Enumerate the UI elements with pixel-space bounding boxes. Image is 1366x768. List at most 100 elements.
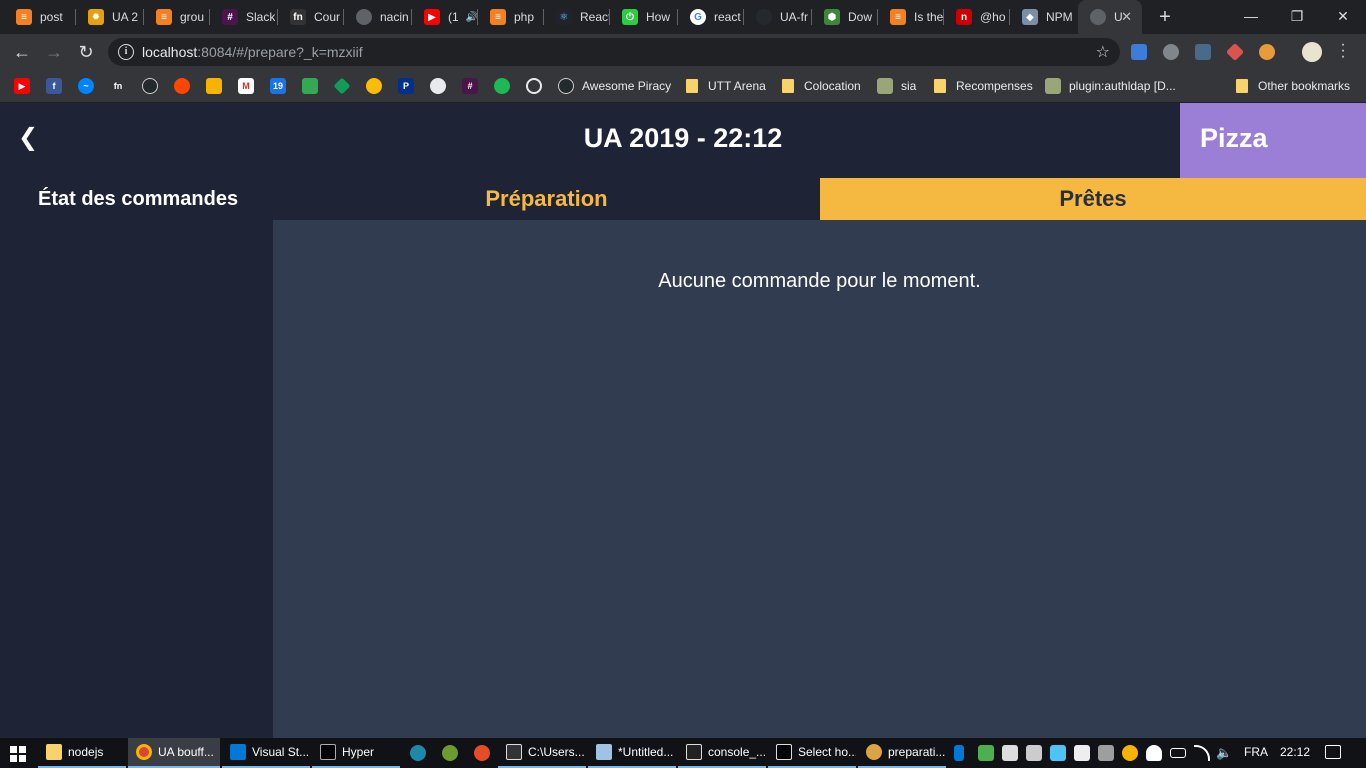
keep-icon[interactable]	[206, 78, 222, 94]
messenger-icon[interactable]: ~	[78, 78, 94, 94]
taskbar-item-cmd[interactable]: Select ho...	[768, 738, 856, 768]
close-window-button[interactable]: ✕	[1320, 0, 1366, 32]
browser-tab[interactable]: nacin	[344, 0, 412, 34]
extension-icon[interactable]	[1195, 44, 1211, 60]
taskbar-item-vscode[interactable]: Visual St...	[222, 738, 310, 768]
taskbar-item-nodejs[interactable]: nodejs	[38, 738, 126, 768]
battery-icon[interactable]	[1170, 748, 1186, 758]
info-icon[interactable]: i	[118, 44, 134, 60]
browser-tab[interactable]: ≡ Is the	[878, 0, 944, 34]
browser-tab[interactable]: UA-fr	[744, 0, 812, 34]
cloud-upload-icon[interactable]	[1146, 745, 1162, 761]
taskbar-item-chrome[interactable]: UA bouff...	[128, 738, 220, 768]
new-tab-button[interactable]: +	[1155, 6, 1175, 28]
fn-icon[interactable]: fn	[110, 78, 126, 94]
taskbar-item-7zip[interactable]: C:\Users...	[498, 738, 586, 768]
back-arrow-icon[interactable]: ←	[10, 40, 34, 64]
browser-tab[interactable]: ⬢ Dow	[812, 0, 878, 34]
tray-app-icon[interactable]	[1098, 745, 1114, 761]
browser-tab[interactable]: ✹ UA 2	[76, 0, 144, 34]
reload-icon[interactable]: ↻	[74, 40, 98, 64]
browser-tab[interactable]: ≡ php	[478, 0, 544, 34]
bookmark-plugin-authldap[interactable]: plugin:authldap [D...	[1045, 77, 1176, 95]
extension-icon[interactable]	[1131, 44, 1147, 60]
gmail-icon[interactable]: M	[238, 78, 254, 94]
bookmark-folder-recompenses[interactable]: Recompenses	[934, 77, 1033, 95]
taskbar-item-paint[interactable]: preparati...	[858, 738, 946, 768]
tray-app-icon[interactable]	[1050, 745, 1066, 761]
tab-ready[interactable]: Prêtes	[820, 178, 1366, 220]
tray-app-icon[interactable]	[978, 745, 994, 761]
browser-tab[interactable]: # Slack	[210, 0, 278, 34]
sidebar: État des commandes	[0, 178, 273, 738]
circle-icon[interactable]	[526, 78, 542, 94]
bookmark-folder-other[interactable]: Other bookmarks	[1236, 77, 1350, 95]
clock[interactable]: 22:12	[1280, 745, 1310, 759]
taskbar-item-hyper[interactable]: Hyper	[312, 738, 400, 768]
bookmark-awesome-piracy[interactable]: Awesome Piracy	[558, 77, 671, 95]
browser-tab[interactable]: Greact	[678, 0, 744, 34]
stackoverflow-icon: ≡	[156, 9, 172, 25]
tray-app-icon[interactable]	[1002, 745, 1018, 761]
extension-icon[interactable]	[1259, 44, 1275, 60]
browser-tab-active[interactable]: U ✕	[1078, 0, 1142, 34]
facebook-icon[interactable]: f	[46, 78, 62, 94]
reddit-icon[interactable]	[174, 78, 190, 94]
drive-icon[interactable]	[333, 77, 351, 95]
app-icon[interactable]	[442, 745, 458, 761]
stackoverflow-icon: ≡	[16, 9, 32, 25]
restore-button[interactable]: ❐	[1274, 0, 1320, 32]
url-text[interactable]: localhost:8084/#/prepare?_k=mzxiif	[142, 44, 363, 60]
browser-tab[interactable]: ≡ post	[4, 0, 76, 34]
spotify-icon[interactable]	[494, 78, 510, 94]
page-title: UA 2019 - 22:12	[583, 123, 783, 153]
npm-icon: ◆	[1022, 9, 1038, 25]
back-chevron-icon[interactable]: ❮	[18, 123, 40, 155]
browser-tab[interactable]: n @ho	[944, 0, 1010, 34]
browser-tab[interactable]: ≡ grou	[144, 0, 210, 34]
avatar[interactable]	[1302, 42, 1322, 62]
close-icon[interactable]: ✕	[1121, 9, 1132, 25]
app-icon[interactable]	[474, 745, 490, 761]
skull-icon[interactable]	[430, 78, 446, 94]
language-indicator[interactable]: FRA	[1244, 745, 1268, 759]
tab-preparation[interactable]: Préparation	[273, 178, 820, 220]
paypal-icon[interactable]: P	[398, 78, 414, 94]
youtube-icon[interactable]: ▶	[14, 78, 30, 94]
minimize-button[interactable]: —	[1228, 0, 1274, 32]
bookmark-star-icon[interactable]: ☆	[1096, 42, 1110, 62]
github-icon[interactable]	[142, 78, 158, 94]
category-badge[interactable]: Pizza	[1180, 103, 1366, 178]
wifi-icon[interactable]	[1194, 745, 1210, 761]
browser-tab[interactable]: ⚛ React	[544, 0, 610, 34]
tray-app-icon[interactable]	[1026, 745, 1042, 761]
calendar-icon[interactable]: 19	[270, 78, 286, 94]
browser-tab[interactable]: ▶ (1 🔊	[412, 0, 478, 34]
app-header: ❮ UA 2019 - 22:12 Pizza	[0, 103, 1366, 178]
bookmark-folder-colocation[interactable]: Colocation	[782, 77, 861, 95]
tray-app-icon[interactable]	[1122, 745, 1138, 761]
app-icon[interactable]	[410, 745, 426, 761]
maps-icon[interactable]	[302, 78, 318, 94]
bookmark-sia[interactable]: sia	[877, 77, 916, 95]
react-icon: ⚛	[556, 9, 572, 25]
bluetooth-icon[interactable]	[954, 745, 964, 761]
taskbar-item-datagrip[interactable]: console_...	[678, 738, 766, 768]
forward-arrow-icon[interactable]: →	[42, 40, 66, 64]
browser-tab[interactable]: ◆ NPM	[1010, 0, 1078, 34]
browser-tab-strip: ≡ post ✹ UA 2 ≡ grou # Slack fn Cour nacin ▶(…	[0, 0, 1366, 34]
ublock-icon[interactable]	[1163, 44, 1179, 60]
windows-start-icon[interactable]	[10, 746, 26, 762]
notification-icon[interactable]	[1325, 745, 1341, 759]
extension-icon[interactable]	[1225, 42, 1245, 62]
volume-icon[interactable]: 🔈	[1216, 745, 1232, 761]
browser-tab[interactable]: fn Cour	[278, 0, 344, 34]
photos-icon[interactable]	[366, 78, 382, 94]
bookmark-folder-utt-arena[interactable]: UTT Arena	[686, 77, 766, 95]
taskbar-item-notepad[interactable]: *Untitled...	[588, 738, 676, 768]
more-menu-icon[interactable]: · · ·	[1336, 37, 1350, 65]
slack-icon[interactable]: #	[462, 78, 478, 94]
browser-tab[interactable]: ⏻ How	[610, 0, 678, 34]
address-bar[interactable]: i localhost:8084/#/prepare?_k=mzxiif ☆	[108, 38, 1120, 66]
tray-app-icon[interactable]	[1074, 745, 1090, 761]
